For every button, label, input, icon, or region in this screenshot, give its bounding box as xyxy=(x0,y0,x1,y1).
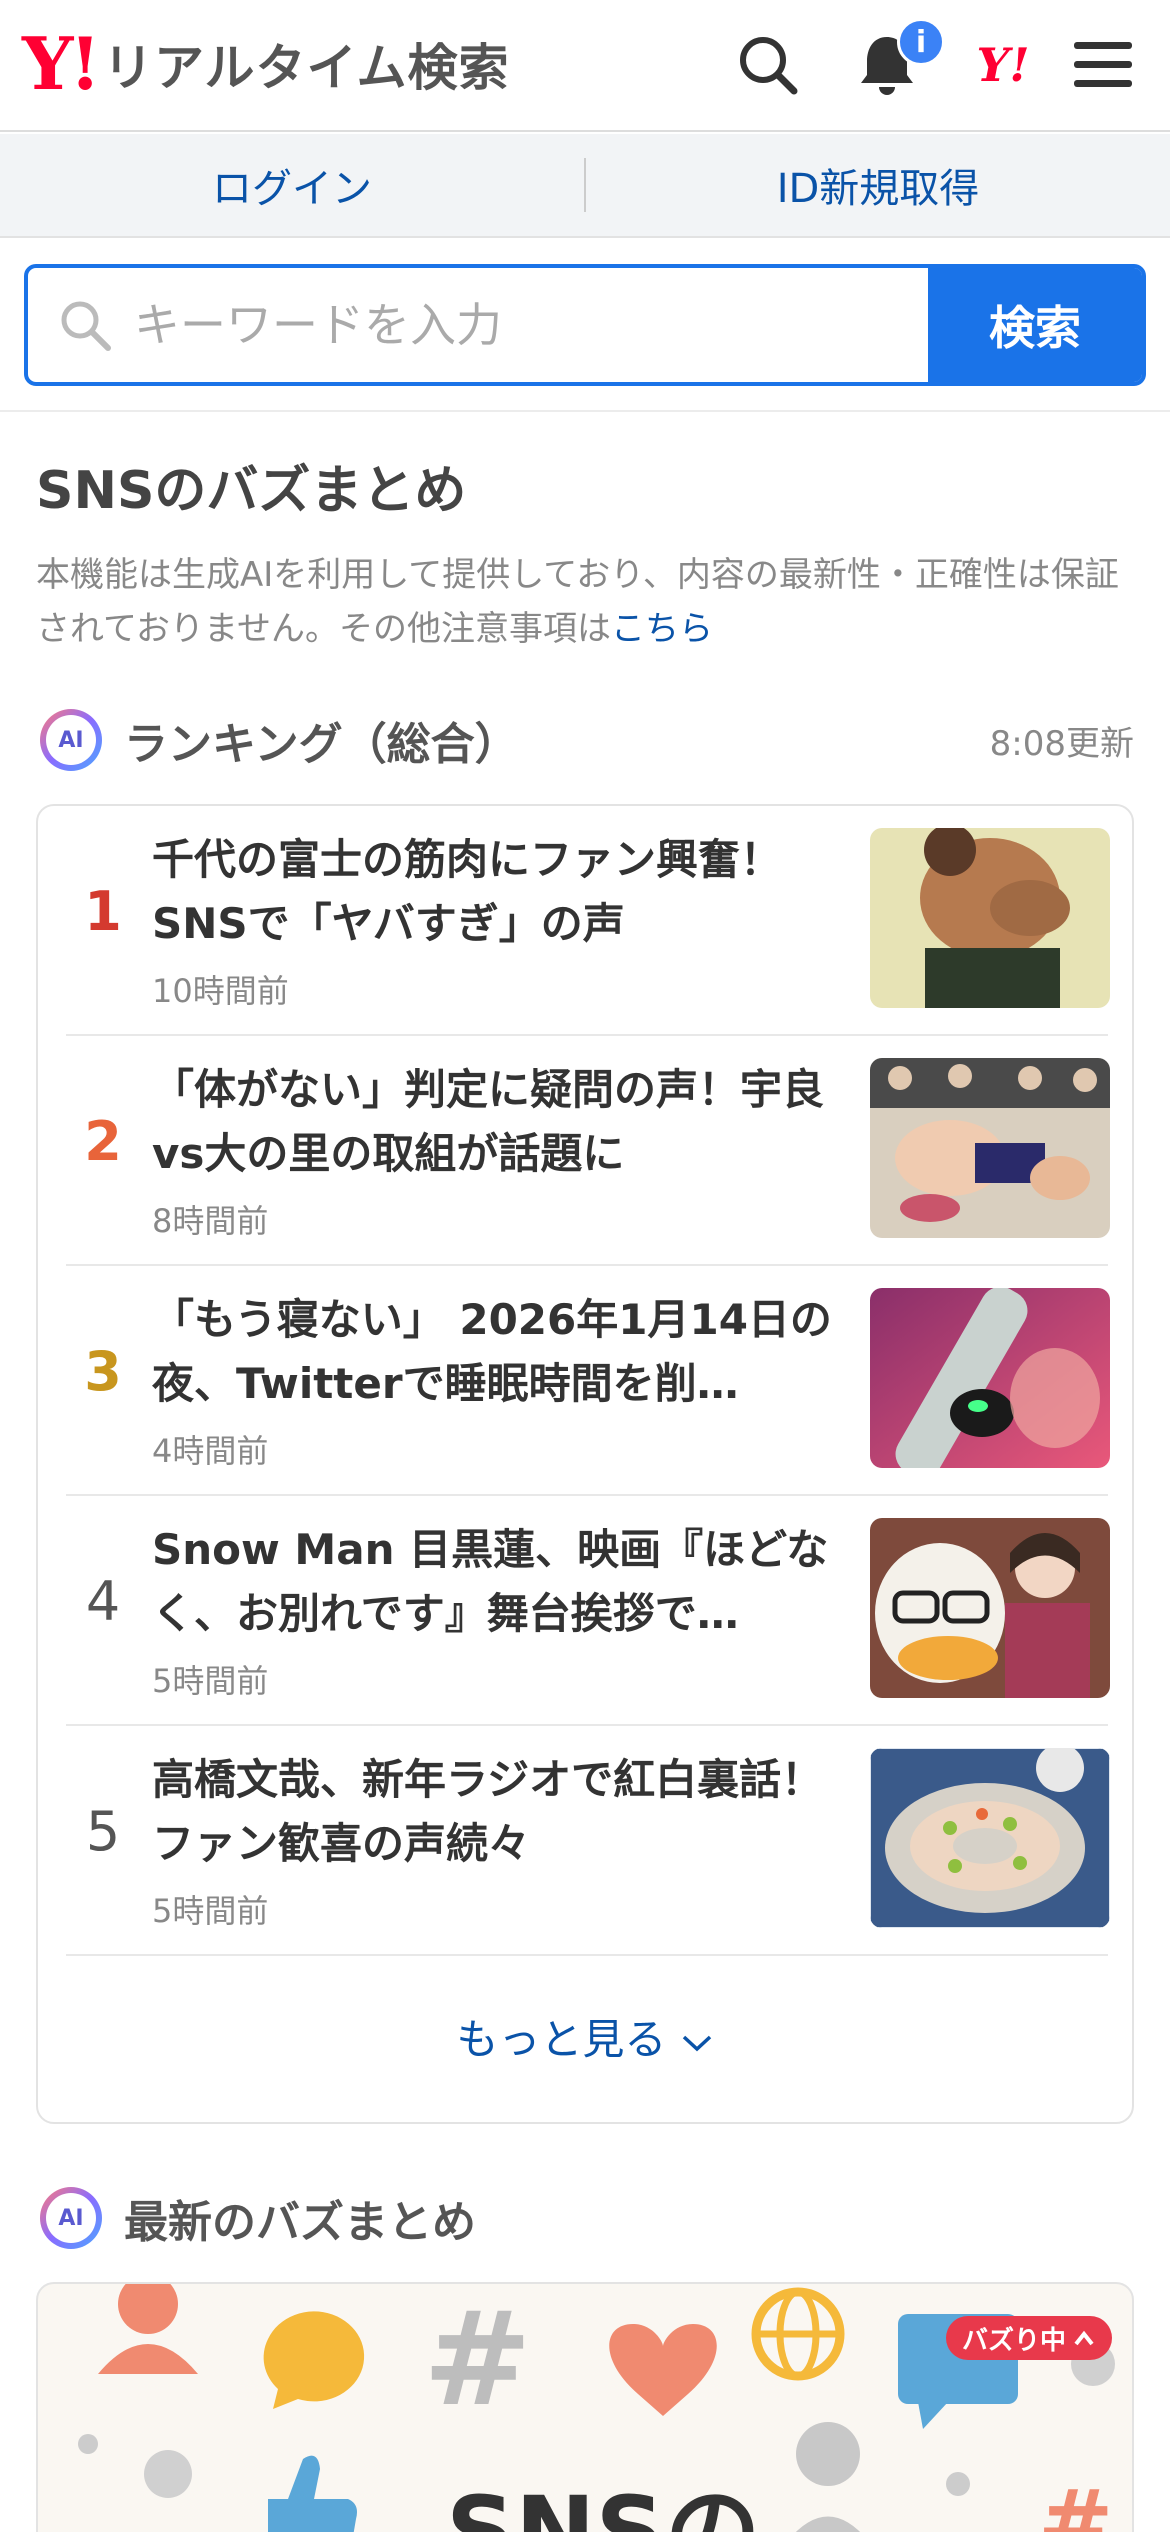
search-form: 検索 xyxy=(24,264,1146,386)
ranking-item[interactable]: 2 「体がない」判定に疑問の声！宇良vs大の里の取組が話題に 8時間前 xyxy=(66,1036,1110,1266)
ranking-title: ランキング（総合） xyxy=(124,719,519,770)
buzz-badge: バズり中 xyxy=(946,2316,1113,2360)
ranking-thumbnail[interactable] xyxy=(870,1748,1110,1928)
ranking-item[interactable]: 1 千代の富士の筋肉にファン興奮！SNSで「ヤバすぎ」の声 10時間前 xyxy=(66,806,1110,1036)
banner-text: SNSの xyxy=(446,2476,761,2532)
rank-number: 4 xyxy=(85,1570,121,1633)
ranking-updated-time: 8:08更新 xyxy=(989,723,1134,764)
trending-up-icon xyxy=(1074,2330,1094,2346)
section-divider xyxy=(0,410,1170,412)
search-field[interactable] xyxy=(28,268,928,382)
ranking-card: 1 千代の富士の筋肉にファン興奮！SNSで「ヤバすぎ」の声 10時間前 2 「体… xyxy=(36,804,1134,2124)
svg-text:#: # xyxy=(1038,2471,1113,2532)
latest-buzz-banner[interactable]: # # バズり中 SNSの xyxy=(36,2282,1134,2532)
more-label: もっと見る xyxy=(456,2015,667,2064)
logo-mark: Y! xyxy=(22,21,101,106)
register-link[interactable]: ID新規取得 xyxy=(586,156,1170,214)
ai-icon-label: AI xyxy=(46,2193,96,2243)
rank-number: 3 xyxy=(84,1340,122,1403)
ranking-thumbnail[interactable] xyxy=(870,828,1110,1008)
yahoo-realtime-logo[interactable]: Y! リアルタイム検索 xyxy=(22,28,510,100)
yahoo-japan-icon[interactable]: Y! xyxy=(968,30,1038,100)
ranking-time: 4時間前 xyxy=(152,1432,269,1470)
app-header: Y! リアルタイム検索 i Y! xyxy=(0,0,1170,132)
ranking-time: 10時間前 xyxy=(152,972,289,1010)
search-icon[interactable] xyxy=(733,30,803,100)
ranking-time: 5時間前 xyxy=(152,1662,269,1700)
svg-text:#: # xyxy=(423,2284,532,2435)
chevron-down-icon xyxy=(682,2035,711,2052)
ranking-item[interactable]: 3 「もう寝ない」 2026年1月14日の夜、Twitterで睡眠時間を削… 4… xyxy=(66,1266,1110,1496)
hamburger-menu-icon[interactable] xyxy=(1068,30,1138,100)
ranking-time: 8時間前 xyxy=(152,1202,269,1240)
disclaimer-link[interactable]: こちら xyxy=(611,609,713,649)
ranking-item[interactable]: 4 Snow Man 目黒蓮、映画『ほどなく、お別れです』舞台挨拶で… 5時間前 xyxy=(66,1496,1110,1726)
disclaimer-text: 本機能は生成AIを利用して提供しており、内容の最新性・正確性は保証されておりませ… xyxy=(36,555,1119,649)
ai-disclaimer: 本機能は生成AIを利用して提供しており、内容の最新性・正確性は保証されておりませ… xyxy=(36,548,1136,656)
latest-header: AI 最新のバズまとめ xyxy=(40,2186,476,2250)
ranking-header: AI ランキング（総合） 8:08更新 xyxy=(40,708,1134,772)
ranking-thumbnail[interactable] xyxy=(870,1518,1110,1698)
ai-icon-label: AI xyxy=(46,715,96,765)
latest-title: 最新のバズまとめ xyxy=(124,2197,476,2248)
login-link[interactable]: ログイン xyxy=(0,156,584,214)
ranking-thumbnail[interactable] xyxy=(870,1288,1110,1468)
ranking-thumbnail[interactable] xyxy=(870,1058,1110,1238)
logo-text: リアルタイム検索 xyxy=(103,39,510,97)
ai-icon: AI xyxy=(40,709,102,771)
account-bar: ログイン ID新規取得 xyxy=(0,134,1170,238)
ai-icon: AI xyxy=(40,2187,102,2249)
ranking-time: 5時間前 xyxy=(152,1892,269,1930)
ranking-headline[interactable]: 「体がない」判定に疑問の声！宇良vs大の里の取組が話題に xyxy=(152,1058,832,1186)
page-title: SNSのバズまとめ xyxy=(36,461,467,521)
search-button[interactable]: 検索 xyxy=(928,268,1142,382)
search-field-icon xyxy=(61,301,111,351)
rank-number: 2 xyxy=(84,1110,122,1173)
ranking-item[interactable]: 5 高橋文哉、新年ラジオで紅白裏話！ファン歓喜の声続々 5時間前 xyxy=(66,1726,1110,1956)
ranking-headline[interactable]: Snow Man 目黒蓮、映画『ほどなく、お別れです』舞台挨拶で… xyxy=(152,1518,832,1646)
notification-badge[interactable]: i xyxy=(897,18,945,66)
rank-number: 1 xyxy=(84,880,122,943)
more-button[interactable]: もっと見る xyxy=(38,2006,1132,2067)
ranking-headline[interactable]: 高橋文哉、新年ラジオで紅白裏話！ファン歓喜の声続々 xyxy=(152,1748,832,1876)
ranking-headline[interactable]: 千代の富士の筋肉にファン興奮！SNSで「ヤバすぎ」の声 xyxy=(152,828,832,956)
rank-number: 5 xyxy=(85,1800,121,1863)
ranking-headline[interactable]: 「もう寝ない」 2026年1月14日の夜、Twitterで睡眠時間を削… xyxy=(152,1288,832,1416)
buzz-badge-label: バズり中 xyxy=(962,2325,1067,2356)
search-input[interactable] xyxy=(134,298,834,352)
